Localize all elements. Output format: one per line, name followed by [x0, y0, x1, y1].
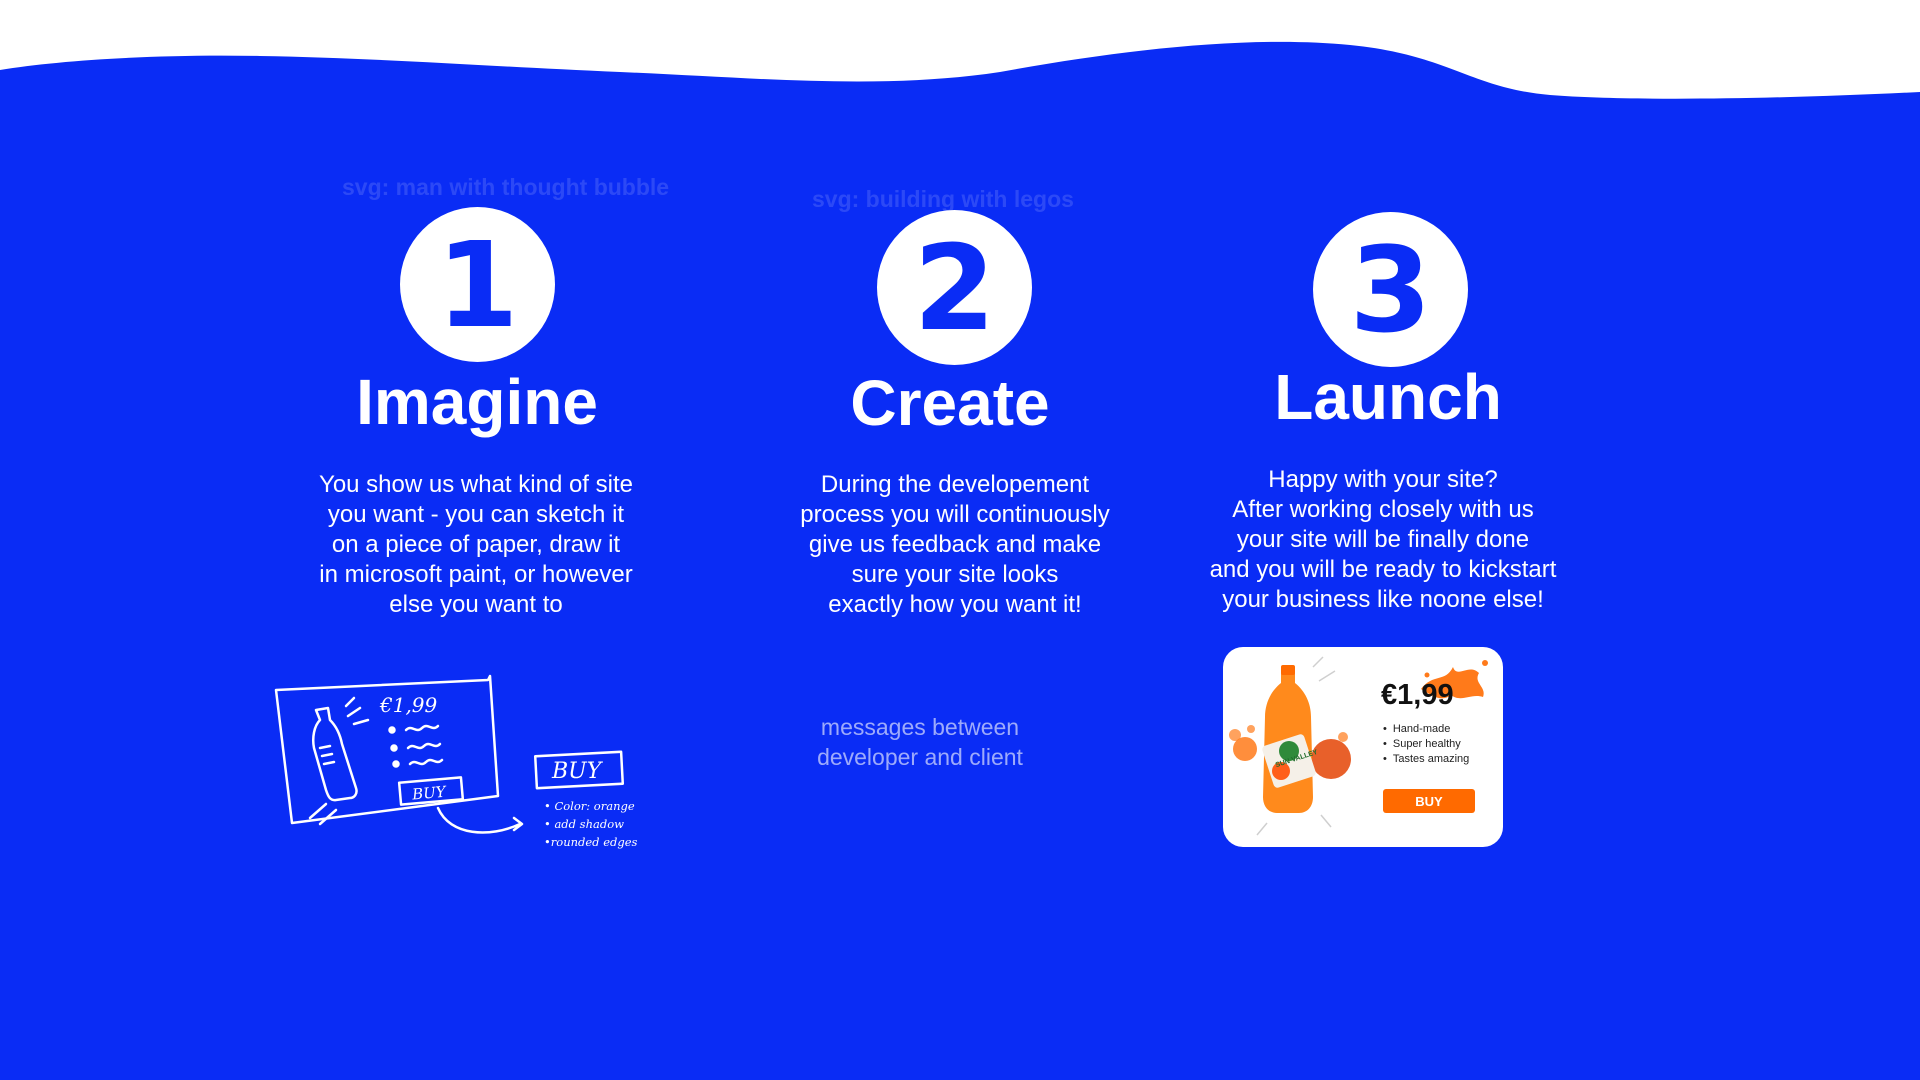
step-3-line: After working closely with us — [1232, 496, 1534, 523]
sketch-buy-label-large: BUY — [551, 759, 604, 784]
step-1-line: you want - you can sketch it — [327, 501, 625, 528]
step-1-line: else you want to — [389, 591, 563, 618]
step-1-number: 1 — [400, 207, 555, 362]
sketch-bottle-icon — [312, 706, 358, 802]
card-feature-item: Super healthy — [1383, 737, 1469, 752]
sketch-note: • add shadow — [544, 817, 624, 831]
illustration-placeholder-imagine: svg: man with thought bubble — [342, 174, 670, 200]
step-1-line: You show us what kind of site — [319, 471, 633, 498]
card-feature-item: Tastes amazing — [1383, 752, 1469, 767]
sketch-buy-label: BUY — [410, 782, 448, 803]
step-2-line: exactly how you want it! — [828, 591, 1082, 618]
messages-placeholder: messages between developer and client — [780, 712, 1060, 772]
card-price: €1,99 — [1381, 679, 1454, 711]
step-1-description: You show us what kind of site you want -… — [266, 470, 686, 620]
hand-drawn-sketch: €1,99 BUY BUY • Color: orange • add shad… — [274, 674, 638, 849]
step-2-title: Create — [850, 367, 1050, 439]
juice-bottle-image: SUN VALLEY — [1229, 656, 1351, 836]
step-3-line: your site will be finally done — [1236, 526, 1530, 553]
sketch-note: • Color: orange — [544, 799, 635, 813]
product-card-preview: SUN VALLEY €1,99 Hand-made Super healthy… — [1223, 647, 1503, 847]
messages-placeholder-line: messages between — [820, 714, 1020, 740]
step-2-line: process you will continuously — [800, 501, 1110, 528]
step-1-line: on a piece of paper, draw it — [331, 531, 621, 558]
top-wave — [0, 0, 1920, 99]
messages-placeholder-line: developer and client — [817, 744, 1023, 770]
sketch-arrow-icon — [436, 806, 524, 834]
step-1-title: Imagine — [356, 366, 598, 438]
step-2-description: During the developement process you will… — [745, 470, 1165, 620]
step-2-line: During the developement — [820, 471, 1090, 498]
card-feature-list: Hand-made Super healthy Tastes amazing — [1383, 722, 1469, 767]
buy-button[interactable]: BUY — [1383, 789, 1475, 813]
sketch-note: •rounded edges — [544, 835, 638, 849]
card-feature-item: Hand-made — [1383, 722, 1469, 737]
step-3-description: Happy with your site? After working clos… — [1173, 465, 1593, 615]
step-3-number: 3 — [1313, 212, 1468, 367]
step-3-title: Launch — [1274, 361, 1502, 433]
step-3-line: your business like noone else! — [1222, 586, 1544, 613]
illustration-placeholder-create: svg: building with legos — [812, 186, 1074, 212]
sketch-price: €1,99 — [379, 693, 438, 717]
step-1-line: in microsoft paint, or however — [319, 561, 633, 588]
step-2-line: sure your site looks — [851, 561, 1059, 588]
step-2-line: give us feedback and make — [808, 531, 1102, 558]
step-3-line: and you will be ready to kickstart — [1209, 556, 1557, 583]
step-2-number: 2 — [877, 210, 1032, 365]
step-3-line: Happy with your site? — [1268, 466, 1498, 493]
